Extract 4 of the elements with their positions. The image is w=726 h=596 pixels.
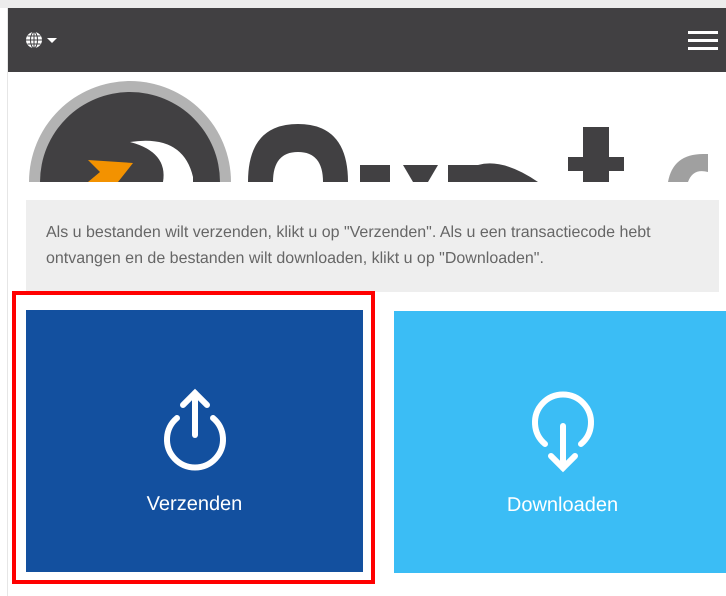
menu-icon [688,30,718,50]
upload-tile-button[interactable]: Verzenden [26,310,363,572]
instructions-text: Als u bestanden wilt verzenden, klikt u op "Verzenden". Als u een transactiecode hebt ontvangen en de bestanden wilt downloaden, klikt u op "Downloaden". [26,200,719,292]
menu-button[interactable] [688,30,718,50]
